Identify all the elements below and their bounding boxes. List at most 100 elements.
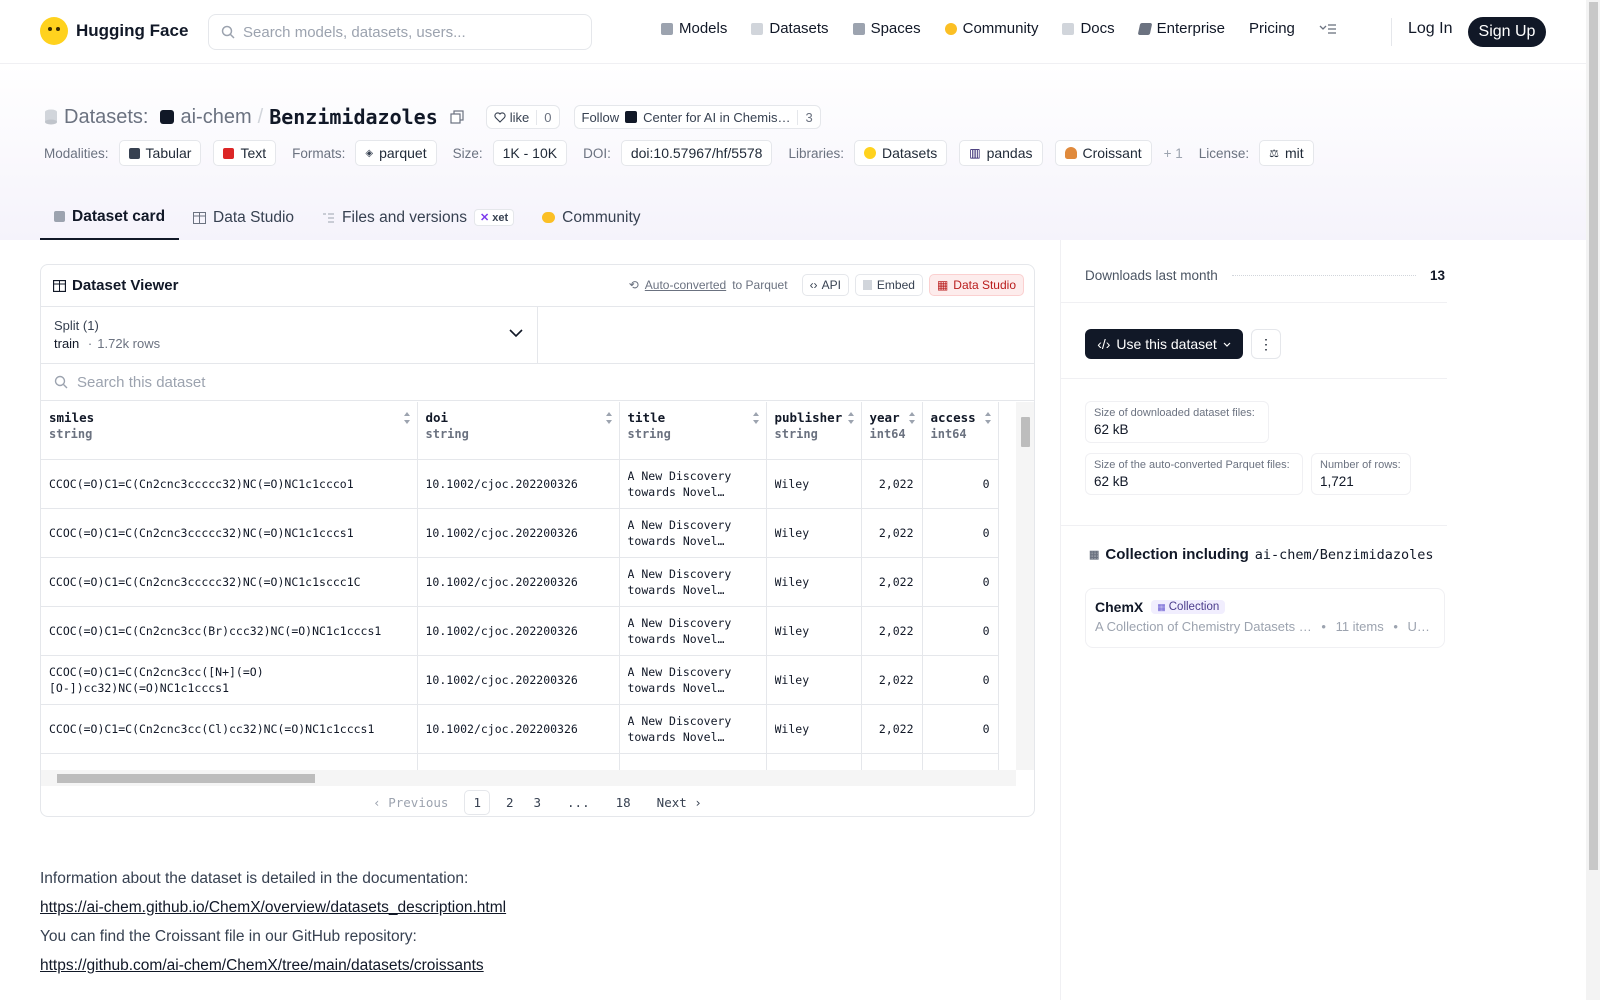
table-cell-access[interactable]: 0: [922, 508, 999, 558]
table-cell-doi[interactable]: [417, 753, 620, 770]
libraries-more[interactable]: + 1: [1164, 146, 1183, 161]
page-18[interactable]: 18: [606, 795, 641, 810]
table-cell-access[interactable]: [922, 753, 999, 770]
previous-page-button[interactable]: ‹ Previous: [363, 795, 458, 810]
table-cell-smiles[interactable]: CCOC(=O)C1=C(Cn2cnc3ccccc32)NC(=O)NC1c1c…: [41, 459, 418, 509]
column-header-smiles[interactable]: smiles string: [41, 402, 418, 460]
global-search-input[interactable]: Search models, datasets, users...: [208, 14, 592, 50]
nav-more[interactable]: [1319, 23, 1337, 35]
dataset-search-input[interactable]: Search this dataset: [41, 364, 1034, 401]
like-button[interactable]: like 0: [485, 105, 560, 129]
table-cell-publisher[interactable]: Wiley: [766, 557, 862, 607]
column-header-doi[interactable]: doi string: [417, 402, 620, 460]
login-link[interactable]: Log In: [1408, 20, 1452, 38]
tag-pandas[interactable]: ▥ pandas: [959, 140, 1043, 166]
table-cell-smiles[interactable]: [41, 753, 418, 770]
collection-card[interactable]: ChemX ▦ Collection A Collection of Chemis…: [1085, 588, 1445, 648]
sort-icon[interactable]: [752, 411, 760, 425]
table-cell-doi[interactable]: 10.1002/cjoc.202200326: [417, 704, 620, 754]
next-page-button[interactable]: Next ›: [647, 795, 712, 810]
split-selector[interactable]: Split (1) train · 1.72k rows: [41, 307, 538, 363]
column-header-title[interactable]: title string: [619, 402, 767, 460]
table-cell-access[interactable]: 0: [922, 606, 999, 656]
table-cell-publisher[interactable]: Wiley: [766, 508, 862, 558]
tag-text[interactable]: Text: [213, 140, 277, 166]
sort-icon[interactable]: [403, 411, 411, 425]
table-cell-year[interactable]: 2,022: [861, 508, 923, 558]
docs-link[interactable]: https://ai-chem.github.io/ChemX/overview…: [40, 899, 506, 916]
page-scrollbar[interactable]: [1586, 0, 1600, 1000]
tab-community[interactable]: Community: [528, 195, 654, 240]
table-cell-doi[interactable]: 10.1002/cjoc.202200326: [417, 508, 620, 558]
table-cell-doi[interactable]: 10.1002/cjoc.202200326: [417, 557, 620, 607]
sort-icon[interactable]: [908, 411, 916, 425]
table-cell-smiles[interactable]: CCOC(=O)C1=C(Cn2cnc3ccccc32)NC(=O)NC1c1c…: [41, 508, 418, 558]
table-cell-year[interactable]: 2,022: [861, 704, 923, 754]
copy-icon[interactable]: [450, 110, 464, 124]
table-cell-title[interactable]: A New Discovery: [619, 753, 767, 770]
dataset-name[interactable]: Benzimidazoles: [269, 105, 438, 129]
nav-models[interactable]: Models: [661, 20, 727, 37]
table-cell-doi[interactable]: 10.1002/cjoc.202200326: [417, 459, 620, 509]
github-link[interactable]: https://github.com/ai-chem/ChemX/tree/ma…: [40, 957, 484, 974]
table-cell-access[interactable]: 0: [922, 704, 999, 754]
table-cell-doi[interactable]: 10.1002/cjoc.202200326: [417, 606, 620, 656]
table-cell-title[interactable]: A New Discovery towards Novel…: [619, 508, 767, 558]
table-cell-title[interactable]: A New Discovery towards Novel…: [619, 606, 767, 656]
tag-size[interactable]: 1K - 10K: [492, 140, 568, 166]
nav-docs[interactable]: Docs: [1062, 20, 1115, 37]
page-1[interactable]: 1: [464, 789, 490, 815]
table-cell-year[interactable]: 2,022: [861, 606, 923, 656]
table-cell-access[interactable]: 0: [922, 459, 999, 509]
nav-enterprise[interactable]: Enterprise: [1137, 20, 1225, 37]
table-cell-title[interactable]: A New Discovery towards Novel…: [619, 655, 767, 705]
brand-logo[interactable]: Hugging Face: [40, 17, 188, 45]
nav-spaces[interactable]: Spaces: [852, 20, 921, 37]
tag-datasets[interactable]: Datasets: [853, 140, 948, 166]
scrollbar-thumb[interactable]: [57, 774, 315, 783]
signup-button[interactable]: Sign Up: [1468, 17, 1546, 47]
table-cell-smiles[interactable]: CCOC(=O)C1=C(Cn2cnc3cc([N+](=O)[O-])cc32…: [41, 655, 418, 705]
table-cell-title[interactable]: A New Discovery towards Novel…: [619, 704, 767, 754]
vertical-scrollbar[interactable]: [1016, 402, 1034, 770]
table-cell-access[interactable]: 0: [922, 557, 999, 607]
tab-data-studio[interactable]: Data Studio: [179, 195, 308, 240]
table-cell-publisher[interactable]: Wiley: [766, 704, 862, 754]
tag-tabular[interactable]: Tabular: [118, 140, 202, 166]
page-2[interactable]: 2: [496, 795, 524, 810]
table-cell-year[interactable]: 2,022: [861, 557, 923, 607]
data-studio-button[interactable]: ▦ Data Studio: [928, 274, 1024, 296]
table-cell-publisher[interactable]: Wiley: [766, 655, 862, 705]
table-cell-year[interactable]: [861, 753, 923, 770]
table-cell-year[interactable]: 2,022: [861, 655, 923, 705]
follow-button[interactable]: Follow Center for AI in Chemis… 3: [573, 105, 821, 129]
table-cell-smiles[interactable]: CCOC(=O)C1=C(Cn2cnc3cc(Br)ccc32)NC(=O)NC…: [41, 606, 418, 656]
table-cell-title[interactable]: A New Discovery towards Novel…: [619, 557, 767, 607]
api-button[interactable]: ‹› API: [801, 274, 849, 296]
tag-croissant[interactable]: Croissant: [1054, 140, 1152, 166]
table-cell-title[interactable]: A New Discovery towards Novel…: [619, 459, 767, 509]
table-cell-smiles[interactable]: CCOC(=O)C1=C(Cn2cnc3cc(Cl)cc32)NC(=O)NC1…: [41, 704, 418, 754]
table-cell-publisher[interactable]: Wiley: [766, 459, 862, 509]
scrollbar-thumb[interactable]: [1021, 417, 1030, 447]
column-header-access[interactable]: access int64: [922, 402, 999, 460]
scrollbar-thumb[interactable]: [1589, 2, 1598, 870]
tab-files-and-versions[interactable]: Files and versions ✕ xet: [308, 195, 528, 240]
more-options-button[interactable]: ⋮: [1251, 329, 1281, 359]
table-cell-smiles[interactable]: CCOC(=O)C1=C(Cn2cnc3ccccc32)NC(=O)NC1c1s…: [41, 557, 418, 607]
nav-pricing[interactable]: Pricing: [1249, 20, 1295, 37]
embed-button[interactable]: Embed: [854, 274, 923, 296]
page-3[interactable]: 3: [524, 795, 552, 810]
column-header-year[interactable]: year int64: [861, 402, 923, 460]
table-cell-publisher[interactable]: Wiley: [766, 606, 862, 656]
horizontal-scrollbar[interactable]: [41, 770, 1016, 786]
nav-community[interactable]: Community: [944, 20, 1038, 37]
table-cell-year[interactable]: 2,022: [861, 459, 923, 509]
sort-icon[interactable]: [605, 411, 613, 425]
tag-doi[interactable]: doi:10.57967/hf/5578: [620, 140, 773, 166]
org-name[interactable]: ai-chem: [180, 106, 251, 129]
table-cell-publisher[interactable]: [766, 753, 862, 770]
nav-datasets[interactable]: Datasets: [751, 20, 829, 37]
sort-icon[interactable]: [847, 411, 855, 425]
table-cell-doi[interactable]: 10.1002/cjoc.202200326: [417, 655, 620, 705]
